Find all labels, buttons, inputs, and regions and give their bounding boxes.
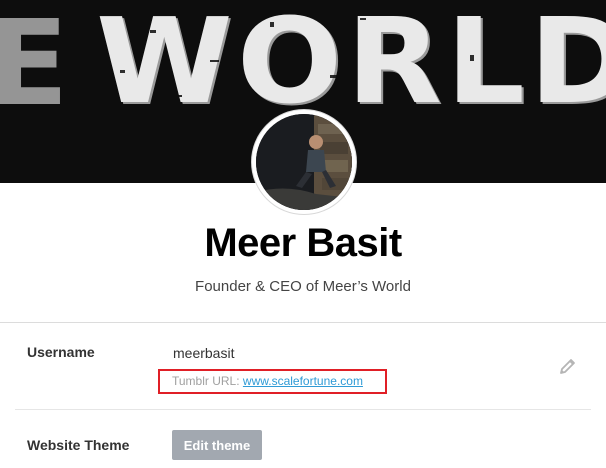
tumblr-url-row: Tumblr URL: www.scalefortune.com [172, 374, 363, 388]
pencil-icon[interactable] [558, 356, 578, 376]
profile-name: Meer Basit [204, 221, 402, 265]
edit-theme-button[interactable]: Edit theme [172, 430, 262, 460]
username-label: Username [27, 344, 95, 360]
tumblr-url-label: Tumblr URL: [172, 374, 243, 388]
avatar-photo [256, 114, 352, 210]
profile-tagline: Founder & CEO of Meer’s World [195, 278, 411, 295]
profile-avatar[interactable] [252, 110, 356, 214]
row-divider [15, 409, 591, 410]
username-value: meerbasit [173, 345, 235, 361]
website-theme-label: Website Theme [27, 437, 130, 453]
tumblr-url-link[interactable]: www.scalefortune.com [243, 374, 363, 388]
section-divider [0, 322, 606, 323]
